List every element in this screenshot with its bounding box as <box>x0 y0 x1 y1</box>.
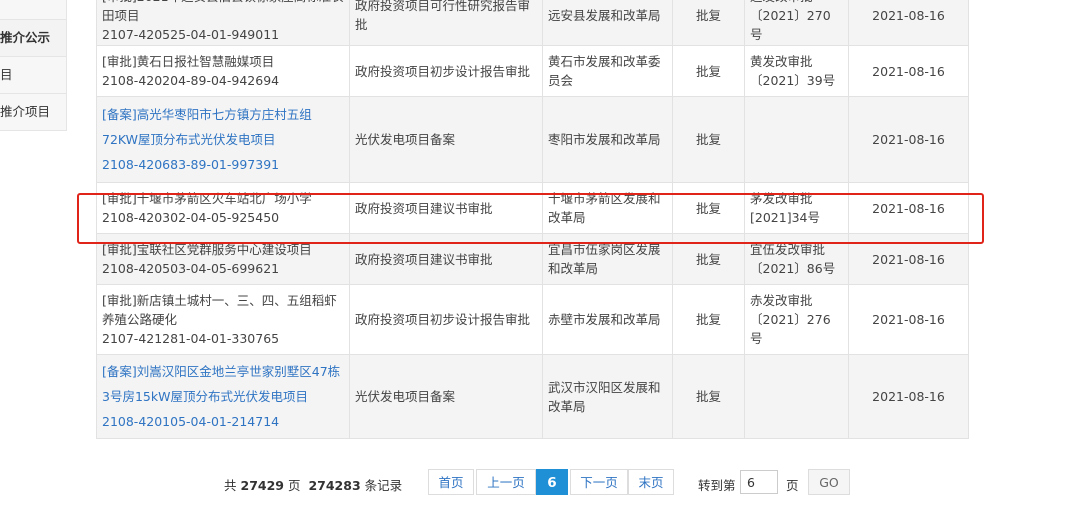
next-page-button[interactable]: 下一页 <box>570 469 628 495</box>
item-type-cell: 光伏发电项目备案 <box>349 354 543 439</box>
department-cell: 枣阳市发展和改革局 <box>542 96 673 183</box>
date-cell: 2021-08-16 <box>848 182 969 234</box>
go-button[interactable]: GO <box>808 469 850 495</box>
table-row[interactable]: [审批]新店镇土城村一、三、四、五组稻虾养殖公路硬化 2107-421281-0… <box>96 284 969 355</box>
document-number-cell: 赤发改审批〔2021〕276号 <box>744 284 849 355</box>
date-cell: 2021-08-16 <box>848 354 969 439</box>
department-cell: 十堰市茅箭区发展和改革局 <box>542 182 673 234</box>
project-name-cell[interactable]: [审批]宝联社区党群服务中心建设项目 2108-420503-04-05-699… <box>96 233 350 285</box>
current-page-button[interactable]: 6 <box>536 469 568 495</box>
date-cell: 2021-08-16 <box>848 284 969 355</box>
project-name-cell[interactable]: [备案]高光华枣阳市七方镇方庄村五组72KW屋顶分布式光伏发电项目 2108-4… <box>96 96 350 183</box>
table-row[interactable]: [审批]十堰市茅箭区火车站北广场小学 2108-420302-04-05-925… <box>96 182 969 234</box>
action-cell: 批复 <box>672 354 745 439</box>
action-cell: 批复 <box>672 233 745 285</box>
action-cell: 批复 <box>672 96 745 183</box>
action-cell: 批复 <box>672 182 745 234</box>
department-cell: 宜昌市伍家岗区发展和改革局 <box>542 233 673 285</box>
document-number-cell: 宜伍发改审批〔2021〕86号 <box>744 233 849 285</box>
sidebar-item-promoted-projects[interactable]: 推介项目 <box>0 94 67 131</box>
total-prefix: 共 <box>224 478 237 493</box>
date-cell: 2021-08-16 <box>848 45 969 97</box>
department-cell: 黄石市发展和改革委员会 <box>542 45 673 97</box>
table-row[interactable]: [审批]宝联社区党群服务中心建设项目 2108-420503-04-05-699… <box>96 233 969 285</box>
jump-unit: 页 <box>786 478 799 493</box>
date-cell: 2021-08-16 <box>848 233 969 285</box>
action-cell: 批复 <box>672 45 745 97</box>
project-table: [审批]2021年远安县旧县镇徐家庄高标准农田项目 2107-420525-04… <box>96 0 969 439</box>
total-pages: 27429 <box>240 478 285 493</box>
sidebar: 推介公示 目 推介项目 <box>0 0 67 131</box>
sidebar-item-public-notice[interactable]: 推介公示 <box>0 20 67 57</box>
table-row[interactable]: [备案]高光华枣阳市七方镇方庄村五组72KW屋顶分布式光伏发电项目 2108-4… <box>96 96 969 183</box>
document-number-cell: 茅发改审批[2021]34号 <box>744 182 849 234</box>
action-cell: 批复 <box>672 284 745 355</box>
department-cell: 武汉市汉阳区发展和改革局 <box>542 354 673 439</box>
department-cell: 赤壁市发展和改革局 <box>542 284 673 355</box>
jump-page-input[interactable] <box>740 470 778 494</box>
item-type-cell: 政府投资项目初步设计报告审批 <box>349 284 543 355</box>
prev-page-button[interactable]: 上一页 <box>476 469 536 495</box>
project-name-cell[interactable]: [审批]2021年远安县旧县镇徐家庄高标准农田项目 2107-420525-04… <box>96 0 350 46</box>
document-number-cell: 远发改审批〔2021〕270号 <box>744 0 849 46</box>
item-type-cell: 政府投资项目初步设计报告审批 <box>349 45 543 97</box>
project-name-cell[interactable]: [审批]新店镇土城村一、三、四、五组稻虾养殖公路硬化 2107-421281-0… <box>96 284 350 355</box>
document-number-cell <box>744 96 849 183</box>
action-cell: 批复 <box>672 0 745 46</box>
table-row[interactable]: [备案]刘嵩汉阳区金地兰亭世家别墅区47栋3号房15kW屋顶分布式光伏发电项目 … <box>96 354 969 439</box>
total-records: 274283 <box>308 478 361 493</box>
pagination: 共 27429 页 274283 条记录 首页 上一页 6 下一页 末页 转到第… <box>0 469 1080 497</box>
first-page-button[interactable]: 首页 <box>428 469 474 495</box>
item-type-cell: 光伏发电项目备案 <box>349 96 543 183</box>
last-page-button[interactable]: 末页 <box>628 469 674 495</box>
jump-label: 转到第 <box>698 478 736 493</box>
record-summary: 共 27429 页 274283 条记录 <box>224 475 402 494</box>
date-cell: 2021-08-16 <box>848 96 969 183</box>
sidebar-item-project[interactable]: 目 <box>0 57 67 94</box>
project-name-cell[interactable]: [审批]十堰市茅箭区火车站北广场小学 2108-420302-04-05-925… <box>96 182 350 234</box>
table-row[interactable]: [审批]2021年远安县旧县镇徐家庄高标准农田项目 2107-420525-04… <box>96 0 969 46</box>
item-type-cell: 政府投资项目建议书审批 <box>349 233 543 285</box>
table-row[interactable]: [审批]黄石日报社智慧融媒项目 2108-420204-89-04-942694… <box>96 45 969 97</box>
date-cell: 2021-08-16 <box>848 0 969 46</box>
pages-unit: 页 <box>287 478 301 493</box>
sidebar-item-top[interactable] <box>0 0 67 20</box>
item-type-cell: 政府投资项目可行性研究报告审批 <box>349 0 543 46</box>
project-name-cell[interactable]: [审批]黄石日报社智慧融媒项目 2108-420204-89-04-942694 <box>96 45 350 97</box>
item-type-cell: 政府投资项目建议书审批 <box>349 182 543 234</box>
records-unit: 条记录 <box>364 478 403 493</box>
document-number-cell: 黄发改审批〔2021〕39号 <box>744 45 849 97</box>
project-name-cell[interactable]: [备案]刘嵩汉阳区金地兰亭世家别墅区47栋3号房15kW屋顶分布式光伏发电项目 … <box>96 354 350 439</box>
document-number-cell <box>744 354 849 439</box>
department-cell: 远安县发展和改革局 <box>542 0 673 46</box>
